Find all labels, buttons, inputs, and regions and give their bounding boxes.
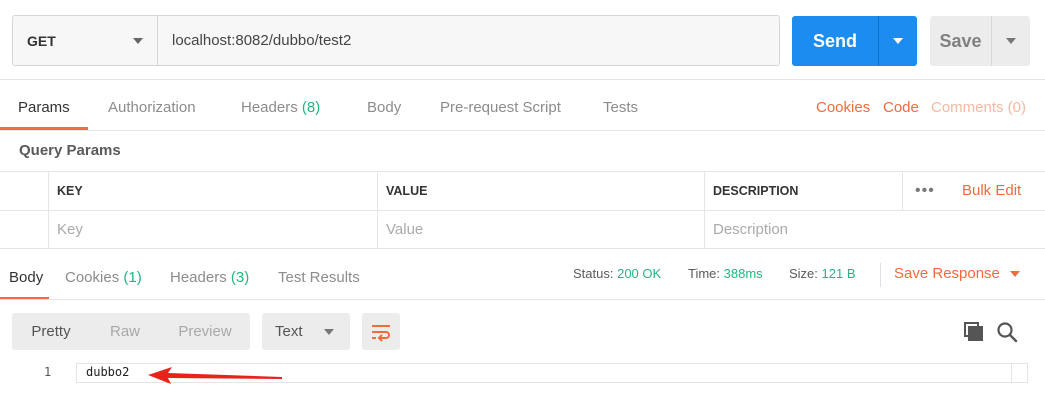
- tab-headers-label: Headers: [241, 99, 298, 116]
- tab-authorization[interactable]: Authorization: [108, 86, 196, 130]
- tab-response-headers-count: (3): [230, 269, 250, 286]
- view-raw-button[interactable]: Raw: [90, 313, 160, 350]
- divider: [0, 79, 1045, 80]
- tab-response-cookies-count: (1): [123, 269, 142, 286]
- save-response-label: Save Response: [894, 265, 1000, 282]
- key-input[interactable]: Key: [48, 211, 377, 249]
- comments-link[interactable]: Comments (0): [931, 86, 1026, 130]
- chevron-down-icon: [133, 37, 143, 44]
- divider: [880, 263, 881, 287]
- value-input[interactable]: Value: [377, 211, 704, 249]
- status-label: Status:: [573, 266, 614, 281]
- send-button[interactable]: Send: [792, 16, 878, 66]
- status-info: Status: 200 OK: [573, 258, 661, 290]
- tab-response-body[interactable]: Body: [0, 258, 50, 300]
- tab-response-headers[interactable]: Headers (3): [170, 258, 249, 298]
- code-link[interactable]: Code: [883, 86, 919, 130]
- chevron-down-icon: [1006, 38, 1016, 44]
- bulk-edit-link[interactable]: Bulk Edit: [962, 172, 1021, 210]
- view-preview-button[interactable]: Preview: [160, 313, 250, 350]
- wrap-lines-button[interactable]: [362, 313, 400, 350]
- table-header-row: KEY VALUE DESCRIPTION ••• Bulk Edit: [0, 171, 1045, 210]
- chevron-down-icon: [324, 328, 334, 335]
- wrap-lines-icon: [372, 324, 390, 342]
- query-params-title: Query Params: [19, 142, 121, 159]
- size-info: Size: 121 B: [789, 258, 856, 290]
- response-tabs: Body Cookies (1) Headers (3) Test Result…: [0, 258, 1045, 300]
- save-options-button[interactable]: [991, 16, 1030, 66]
- table-row: Key Value Description: [0, 210, 1045, 249]
- request-tabs: Params Authorization Headers (8) Body Pr…: [0, 86, 1045, 130]
- method-label: GET: [27, 32, 56, 49]
- divider: [0, 130, 1045, 131]
- request-url-bar: GET: [12, 15, 780, 66]
- tab-params[interactable]: Params: [0, 86, 88, 130]
- chevron-down-icon: [1009, 271, 1020, 277]
- send-options-button[interactable]: [878, 16, 917, 66]
- divider: [0, 299, 1045, 300]
- description-input[interactable]: Description: [704, 211, 1045, 249]
- column-key: KEY: [48, 172, 377, 210]
- status-value: 200 OK: [617, 266, 662, 281]
- cookies-link[interactable]: Cookies: [816, 86, 870, 130]
- tab-body[interactable]: Body: [367, 86, 401, 130]
- more-options-icon[interactable]: •••: [915, 172, 935, 210]
- size-value: 121 B: [821, 266, 856, 281]
- line-number: 1: [44, 365, 52, 379]
- editor-gutter-end: [1011, 363, 1028, 383]
- response-view-toggle: Pretty Raw Preview: [12, 313, 250, 350]
- url-input[interactable]: [158, 16, 779, 65]
- column-description: DESCRIPTION: [704, 172, 902, 210]
- tab-prerequest-script[interactable]: Pre-request Script: [440, 86, 561, 130]
- save-response-button[interactable]: Save Response: [894, 258, 1020, 290]
- size-label: Size:: [789, 266, 818, 281]
- chevron-down-icon: [893, 38, 903, 44]
- save-button[interactable]: Save: [930, 16, 991, 66]
- tab-test-results[interactable]: Test Results: [278, 258, 360, 298]
- tab-headers[interactable]: Headers (8): [241, 86, 320, 130]
- time-info: Time: 388ms: [688, 258, 763, 290]
- time-value: 388ms: [723, 266, 763, 281]
- copy-icon[interactable]: [963, 321, 985, 343]
- red-annotation-arrow: [148, 367, 282, 384]
- search-icon[interactable]: [996, 321, 1018, 343]
- column-value: VALUE: [377, 172, 704, 210]
- response-format-select[interactable]: Text: [262, 313, 350, 350]
- response-format-label: Text: [275, 323, 303, 340]
- tab-headers-count: (8): [301, 99, 321, 116]
- tab-response-cookies[interactable]: Cookies (1): [65, 258, 142, 298]
- tab-tests[interactable]: Tests: [603, 86, 638, 130]
- save-button-group: Save: [930, 16, 1030, 66]
- response-line-text: dubbo2: [86, 365, 130, 379]
- tab-response-headers-label: Headers: [170, 269, 227, 286]
- method-select[interactable]: GET: [13, 16, 158, 65]
- send-button-group: Send: [792, 16, 917, 66]
- tab-response-cookies-label: Cookies: [65, 269, 120, 286]
- time-label: Time:: [688, 266, 721, 281]
- view-pretty-button[interactable]: Pretty: [12, 313, 90, 350]
